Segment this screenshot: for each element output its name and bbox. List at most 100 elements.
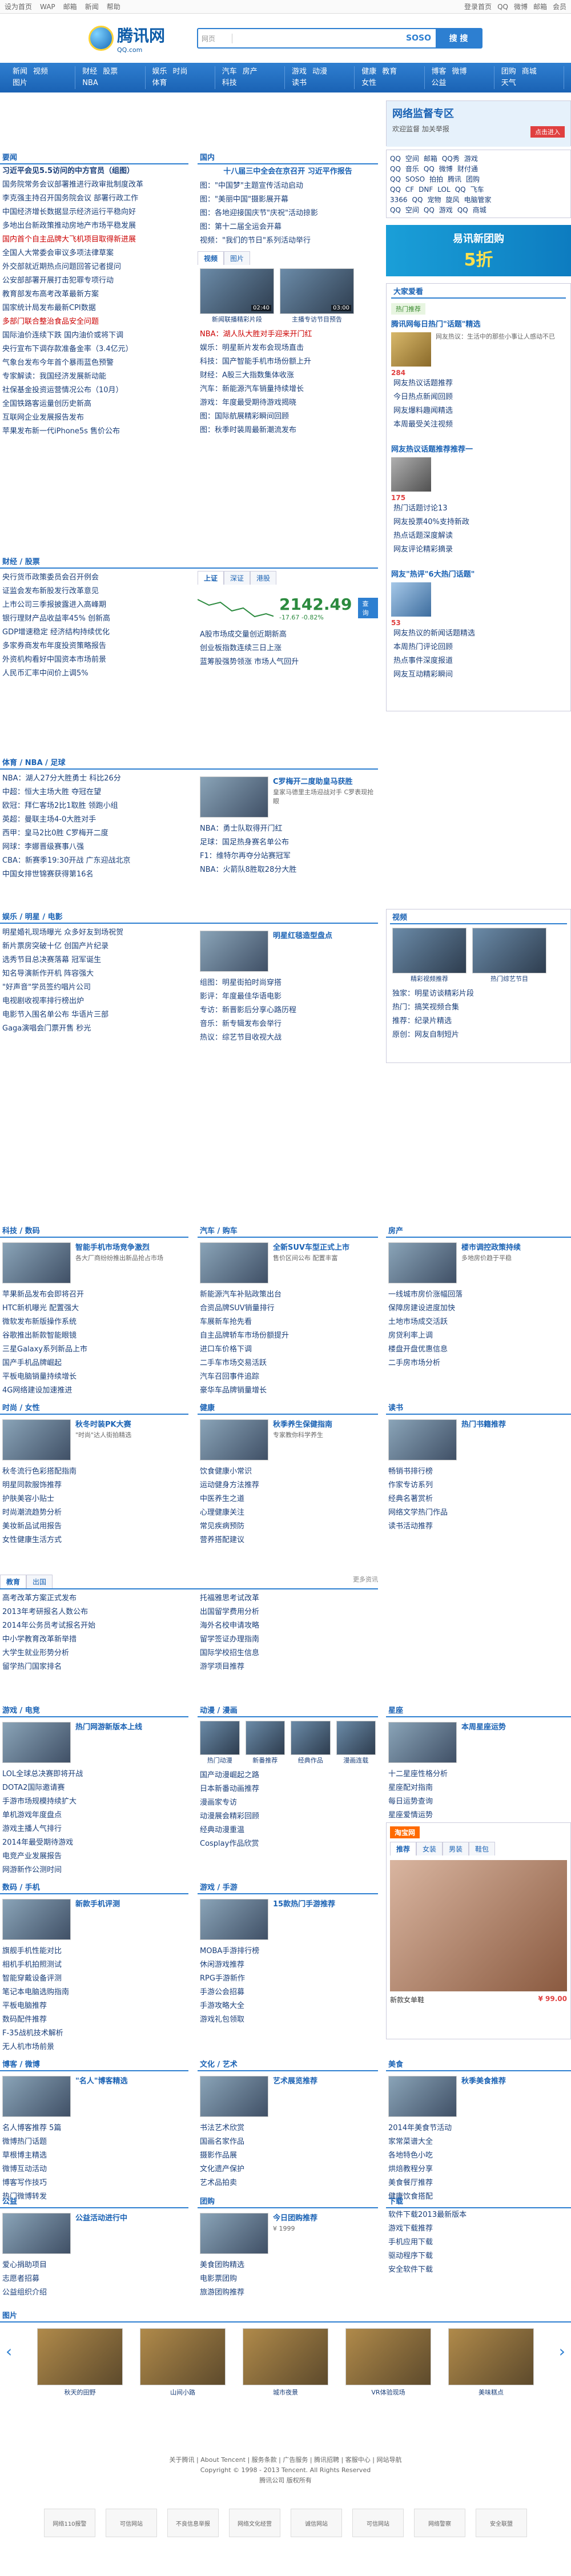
feature[interactable]: 艺术展览推荐: [198, 2071, 378, 2122]
thumb-item[interactable]: 热门动漫: [200, 1721, 240, 1765]
feature[interactable]: 今日团购推荐 ¥ 1999: [198, 2208, 378, 2259]
news-link[interactable]: 气象台发布今年首个暴雨蓝色预警: [0, 356, 188, 370]
news-link[interactable]: 漫画家专访: [198, 1796, 378, 1810]
news-link[interactable]: 图：各地迎接国庆节"庆祝"活动掠影: [198, 207, 378, 220]
prev-arrow-icon[interactable]: ‹: [6, 2342, 12, 2361]
news-link[interactable]: NBA：湖人队大胜对手迎来开门红: [198, 328, 378, 341]
news-link[interactable]: 热议：综艺节目收视大战: [198, 1031, 378, 1045]
service-link[interactable]: 音乐: [405, 165, 419, 173]
thumb-item[interactable]: 经典作品: [291, 1721, 331, 1765]
news-link[interactable]: 谷歌推出新款智能眼镜: [0, 1329, 188, 1343]
news-link[interactable]: 游戏下载推荐: [386, 2222, 571, 2236]
news-link[interactable]: 教育部发布高考改革最新方案: [0, 288, 188, 301]
news-link[interactable]: 心理健康关注: [198, 1506, 378, 1520]
news-link[interactable]: 本周热门评论回顾: [391, 641, 566, 654]
news-link[interactable]: 艺术品拍卖: [198, 2176, 378, 2190]
news-link[interactable]: 单机游戏年度盘点: [0, 1809, 188, 1822]
news-link[interactable]: 平板电脑销量持续增长: [0, 1370, 188, 1384]
news-link[interactable]: 进口车价格下调: [198, 1343, 378, 1357]
feature[interactable]: 热门书籍推荐: [386, 1415, 571, 1465]
news-link[interactable]: 全国人大常委会审议多项法律草案: [0, 247, 188, 260]
nav-item[interactable]: 团购: [501, 67, 516, 76]
news-link[interactable]: 经典动漫重温: [198, 1824, 378, 1837]
service-link[interactable]: QQ: [455, 186, 466, 194]
news-link[interactable]: 苹果新品发布会即将召开: [0, 1288, 188, 1302]
nav-item[interactable]: 天气: [501, 79, 516, 87]
top-link[interactable]: 邮箱: [533, 3, 547, 11]
news-link[interactable]: F-35战机技术解析: [0, 2027, 188, 2040]
news-link[interactable]: 汽车召回事件追踪: [198, 1370, 378, 1384]
news-link[interactable]: 保障房建设进度加快: [386, 1302, 571, 1315]
news-link[interactable]: 手机应用下载: [386, 2236, 571, 2249]
lead-link[interactable]: 腾讯网每日热门"话题"精选: [391, 318, 566, 329]
news-link[interactable]: CBA：新赛季19:30开战 广东迎战北京: [0, 854, 188, 868]
news-link[interactable]: 知名导演新作开机 阵容强大: [0, 967, 188, 981]
news-link[interactable]: 互联网企业发展报告发布: [0, 411, 188, 425]
news-link[interactable]: 时尚潮流趋势分析: [0, 1506, 188, 1520]
service-link[interactable]: 团购: [466, 175, 480, 183]
nav-item[interactable]: 体育: [152, 79, 167, 87]
nav-item[interactable]: 视频: [33, 67, 48, 76]
video-thumb[interactable]: 热门综艺节目: [472, 928, 546, 984]
thumb-item[interactable]: 新番推荐: [245, 1721, 285, 1765]
news-link[interactable]: NBA：勇士队取得开门红: [198, 822, 378, 836]
trust-badge[interactable]: 可信网站: [352, 2509, 404, 2537]
news-link[interactable]: 社保基金投资运营情况公布（10月）: [0, 384, 188, 397]
lead-link[interactable]: 网友热议话题推荐推荐一: [391, 443, 566, 454]
shop-tab[interactable]: 女装: [416, 1842, 443, 1855]
news-link[interactable]: 中国女排世锦赛获得第16名: [0, 868, 188, 882]
more-link[interactable]: 更多资讯: [353, 1575, 378, 1588]
service-link[interactable]: QQ秀: [442, 155, 460, 163]
top-link[interactable]: 设为首页: [5, 3, 32, 11]
news-link[interactable]: 每日运势查询: [386, 1795, 571, 1809]
news-link[interactable]: 常见疾病预防: [198, 1520, 378, 1533]
shop-logo[interactable]: 淘宝网: [390, 1826, 420, 1838]
news-link[interactable]: 烘焙教程分享: [386, 2163, 571, 2176]
news-link[interactable]: 微博热门话题: [0, 2135, 188, 2149]
news-link[interactable]: 各地特色小吃: [386, 2149, 571, 2163]
nav-item[interactable]: 汽车: [222, 67, 237, 76]
news-link[interactable]: 星座配对指南: [386, 1781, 571, 1795]
service-link[interactable]: 3366: [390, 196, 408, 204]
news-link[interactable]: 财经：A股三大指数集体收涨: [198, 369, 378, 383]
news-link[interactable]: 书法艺术欣赏: [198, 2122, 378, 2135]
news-link[interactable]: 外交部就近期热点问题回答记者提问: [0, 260, 188, 274]
news-link[interactable]: GDP增速稳定 经济结构持续优化: [0, 626, 188, 639]
news-link[interactable]: 独家：明星访谈精彩片段: [390, 987, 567, 1001]
product-name[interactable]: 新款女单鞋: [390, 1995, 424, 2005]
news-link[interactable]: 新片票房突破十亿 创国产片纪录: [0, 940, 188, 953]
news-link[interactable]: 国际学校招生信息: [198, 1647, 378, 1660]
nav-item[interactable]: 科技: [222, 79, 237, 87]
news-link[interactable]: 原创：网友自制短片: [390, 1028, 567, 1042]
nav-item[interactable]: 娱乐: [152, 67, 167, 76]
news-link[interactable]: 游学项目推荐: [198, 1660, 378, 1674]
shop-tab[interactable]: 鞋包: [469, 1842, 496, 1855]
nav-item[interactable]: 公益: [432, 79, 447, 87]
news-link[interactable]: 多部门联合整治食品安全问题: [0, 315, 188, 329]
news-link[interactable]: 经典名著赏析: [386, 1492, 571, 1506]
news-link[interactable]: MOBA手游排行榜: [198, 1945, 378, 1958]
nav-item[interactable]: 博客: [432, 67, 447, 76]
trust-badge[interactable]: 不良信息举报: [167, 2509, 219, 2537]
service-link[interactable]: QQ: [390, 206, 401, 214]
service-link[interactable]: 电脑管家: [464, 196, 491, 204]
news-link[interactable]: Cosplay作品欣赏: [198, 1837, 378, 1851]
tab[interactable]: 视频: [198, 251, 224, 265]
video-thumb[interactable]: 03:00 主播专访节目预告: [280, 268, 354, 324]
search-input[interactable]: [232, 29, 402, 47]
news-link[interactable]: 图：秋季时装周最新潮流发布: [198, 424, 378, 437]
top-link[interactable]: 邮箱: [63, 3, 77, 11]
news-link[interactable]: 土地市场成交活跃: [386, 1315, 571, 1329]
lead-link[interactable]: 网友"热评"6大热门话题": [391, 568, 566, 579]
news-link[interactable]: 笔记本电脑选购指南: [0, 1986, 188, 1999]
service-link[interactable]: 旋风: [445, 196, 459, 204]
news-link[interactable]: 图：第十二届全运会开幕: [198, 220, 378, 234]
news-link[interactable]: 秋冬流行色彩搭配指南: [0, 1465, 188, 1479]
news-link[interactable]: Gaga演唱会门票开售 秒光: [0, 1022, 188, 1036]
nav-item[interactable]: 图片: [13, 79, 27, 87]
news-link[interactable]: 楼盘开盘优惠信息: [386, 1343, 571, 1357]
nav-item[interactable]: 读书: [292, 79, 307, 87]
service-link[interactable]: 腾讯: [448, 175, 461, 183]
thumb-item[interactable]: 漫画连载: [336, 1721, 376, 1765]
news-link[interactable]: 营养搭配建议: [198, 1533, 378, 1547]
